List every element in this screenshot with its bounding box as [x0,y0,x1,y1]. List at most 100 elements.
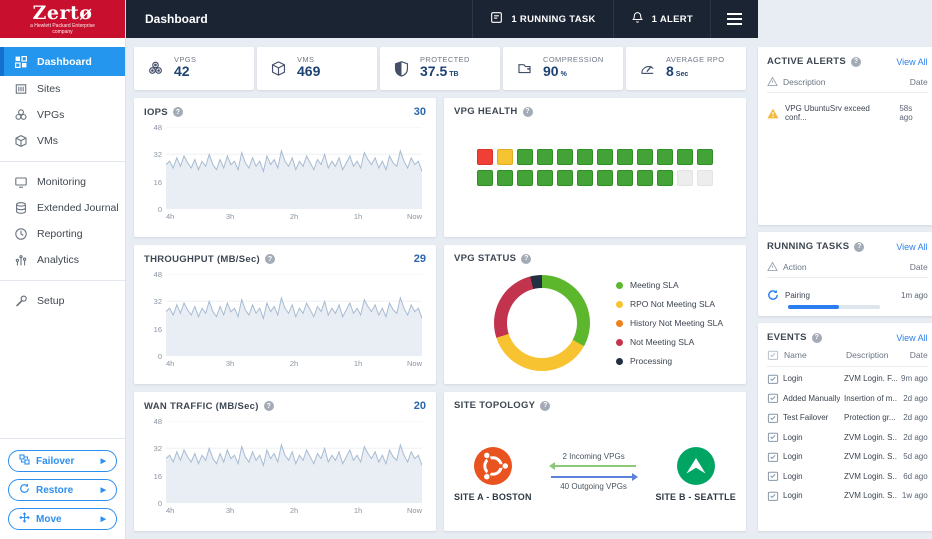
event-row[interactable]: LoginZVM Login. S...1w ago [767,486,928,506]
sidebar-item-vpgs[interactable]: VPGs [0,102,125,128]
vpg-health-cell-green[interactable] [637,149,653,165]
help-icon[interactable]: ? [523,107,533,117]
failover-button[interactable]: Failover ▶ [8,450,117,472]
alerts-button[interactable]: 1 ALERT [613,0,710,38]
chart-current-value: 30 [414,106,426,118]
vpg-health-cell-yellow[interactable] [497,149,513,165]
vpg-health-cell-green[interactable] [557,149,573,165]
health-row [477,149,713,165]
event-date: 2d ago [903,394,927,403]
stat-compression[interactable]: COMPRESSION 90% [503,47,623,90]
app-window: Zertø a Hewlett Packard Enterprise compa… [0,0,932,539]
site-b-label: SITE B - SEATTLE [655,492,736,502]
legend-label: Meeting SLA [630,280,679,290]
vpg-health-cell-green[interactable] [597,170,613,186]
legend-dot [616,301,623,308]
task-row[interactable]: Pairing 1m ago [767,289,928,301]
help-icon[interactable]: ? [851,57,861,67]
event-description: ZVM Login. F... [844,374,897,383]
stat-vpgs[interactable]: VPGS 42 [134,47,254,90]
event-date: 1w ago [902,491,928,500]
stat-label: AVERAGE RPO [666,55,724,64]
y-axis-tick: 0 [145,499,162,508]
vpg-health-cell-green[interactable] [657,149,673,165]
help-icon[interactable]: ? [265,254,275,264]
event-row[interactable]: Test FailoverProtection gr...2d ago [767,408,928,428]
outgoing-arrow [551,476,637,478]
help-icon[interactable]: ? [173,107,183,117]
vpg-health-cell-green[interactable] [617,149,633,165]
vpg-health-cell-green[interactable] [617,170,633,186]
wan-traffic-chart-card: WAN TRAFFIC (MB/Sec) ? 20 4832160 4h3h2h… [134,392,436,531]
help-icon[interactable]: ? [521,254,531,264]
vpg-health-cell-green[interactable] [517,170,533,186]
vpg-health-cell-green[interactable] [477,170,493,186]
event-date: 5d ago [903,452,927,461]
event-description: ZVM Login. S... [844,491,897,500]
help-icon[interactable]: ? [540,401,550,411]
task-progress-fill [788,305,839,309]
alert-row[interactable]: VPG UbuntuSrv exceed conf... 58s ago [767,104,928,122]
vpg-health-cell-green[interactable] [537,170,553,186]
legend-item: Meeting SLA [616,280,723,290]
event-row[interactable]: LoginZVM Login. F...9m ago [767,369,928,389]
vpg-health-cell-green[interactable] [537,149,553,165]
view-all-link[interactable]: View All [896,242,927,252]
vpg-health-cell-green[interactable] [677,149,693,165]
event-row[interactable]: LoginZVM Login. S...2d ago [767,428,928,448]
help-icon[interactable]: ? [812,333,822,343]
running-tasks-button[interactable]: 1 RUNNING TASK [472,0,612,38]
x-axis-tick: 2h [290,506,298,515]
event-date: 2d ago [903,413,927,422]
event-row[interactable]: Added ManuallyInsertion of m...2d ago [767,389,928,409]
site-a[interactable]: SITE A - BOSTON [454,447,532,502]
view-all-link[interactable]: View All [896,57,927,67]
vpg-health-cell-green[interactable] [557,170,573,186]
event-row[interactable]: LoginZVM Login. S...5d ago [767,447,928,467]
menu-button[interactable] [710,0,758,38]
vpg-health-cell-green[interactable] [497,170,513,186]
vpg-health-cell-green[interactable] [577,170,593,186]
help-icon[interactable]: ? [264,401,274,411]
sidebar-item-label: VMs [37,135,58,147]
x-axis-tick: 4h [166,212,174,221]
sidebar-actions: Failover ▶ Restore ▶ Move ▶ [0,438,125,539]
right-rail: ACTIVE ALERTS ? View All Description Dat… [758,47,932,531]
sidebar-item-reporting[interactable]: Reporting [0,221,125,247]
view-all-link[interactable]: View All [896,333,927,343]
sidebar-item-vms[interactable]: VMs [0,128,125,154]
vpg-health-cell-empty [697,170,713,186]
vpg-health-cell-green[interactable] [637,170,653,186]
help-icon[interactable]: ? [854,242,864,252]
sidebar-item-dashboard[interactable]: Dashboard [0,47,125,76]
move-button[interactable]: Move ▶ [8,508,117,530]
y-axis-tick: 0 [145,205,162,214]
sidebar-item-sites[interactable]: Sites [0,76,125,102]
health-row [477,170,713,186]
sidebar-item-label: Dashboard [37,56,92,68]
sidebar-item-extended-journal[interactable]: Extended Journal [0,195,125,221]
sidebar-item-monitoring[interactable]: Monitoring [0,169,125,195]
stat-protected[interactable]: PROTECTED 37.5TB [380,47,500,90]
sidebar-item-analytics[interactable]: Analytics [0,247,125,273]
restore-button[interactable]: Restore ▶ [8,479,117,501]
zerto-logo: Zertø a Hewlett Packard Enterprise compa… [0,0,125,38]
event-row[interactable]: LoginZVM Login. S...6d ago [767,467,928,487]
vpg-health-cell-green[interactable] [597,149,613,165]
stat-vms[interactable]: VMS 469 [257,47,377,90]
vpg-health-cell-red[interactable] [477,149,493,165]
vpg-health-cell-green[interactable] [697,149,713,165]
x-axis-tick: 1h [354,212,362,221]
vpg-health-cell-green[interactable] [517,149,533,165]
vpg-health-cell-green[interactable] [657,170,673,186]
vpg-health-cell-green[interactable] [577,149,593,165]
event-icon [767,349,779,361]
legend-label: RPO Not Meeting SLA [630,299,715,309]
stat-average-rpo[interactable]: AVERAGE RPO 8Sec [626,47,746,90]
site-b[interactable]: SITE B - SEATTLE [655,447,736,502]
content-area: VPGS 42 VMS 469 PROTEC [126,38,932,539]
event-icon [767,373,779,385]
x-axis-tick: 2h [290,212,298,221]
y-axis-tick: 32 [145,444,162,453]
sidebar-item-setup[interactable]: Setup [0,288,125,314]
